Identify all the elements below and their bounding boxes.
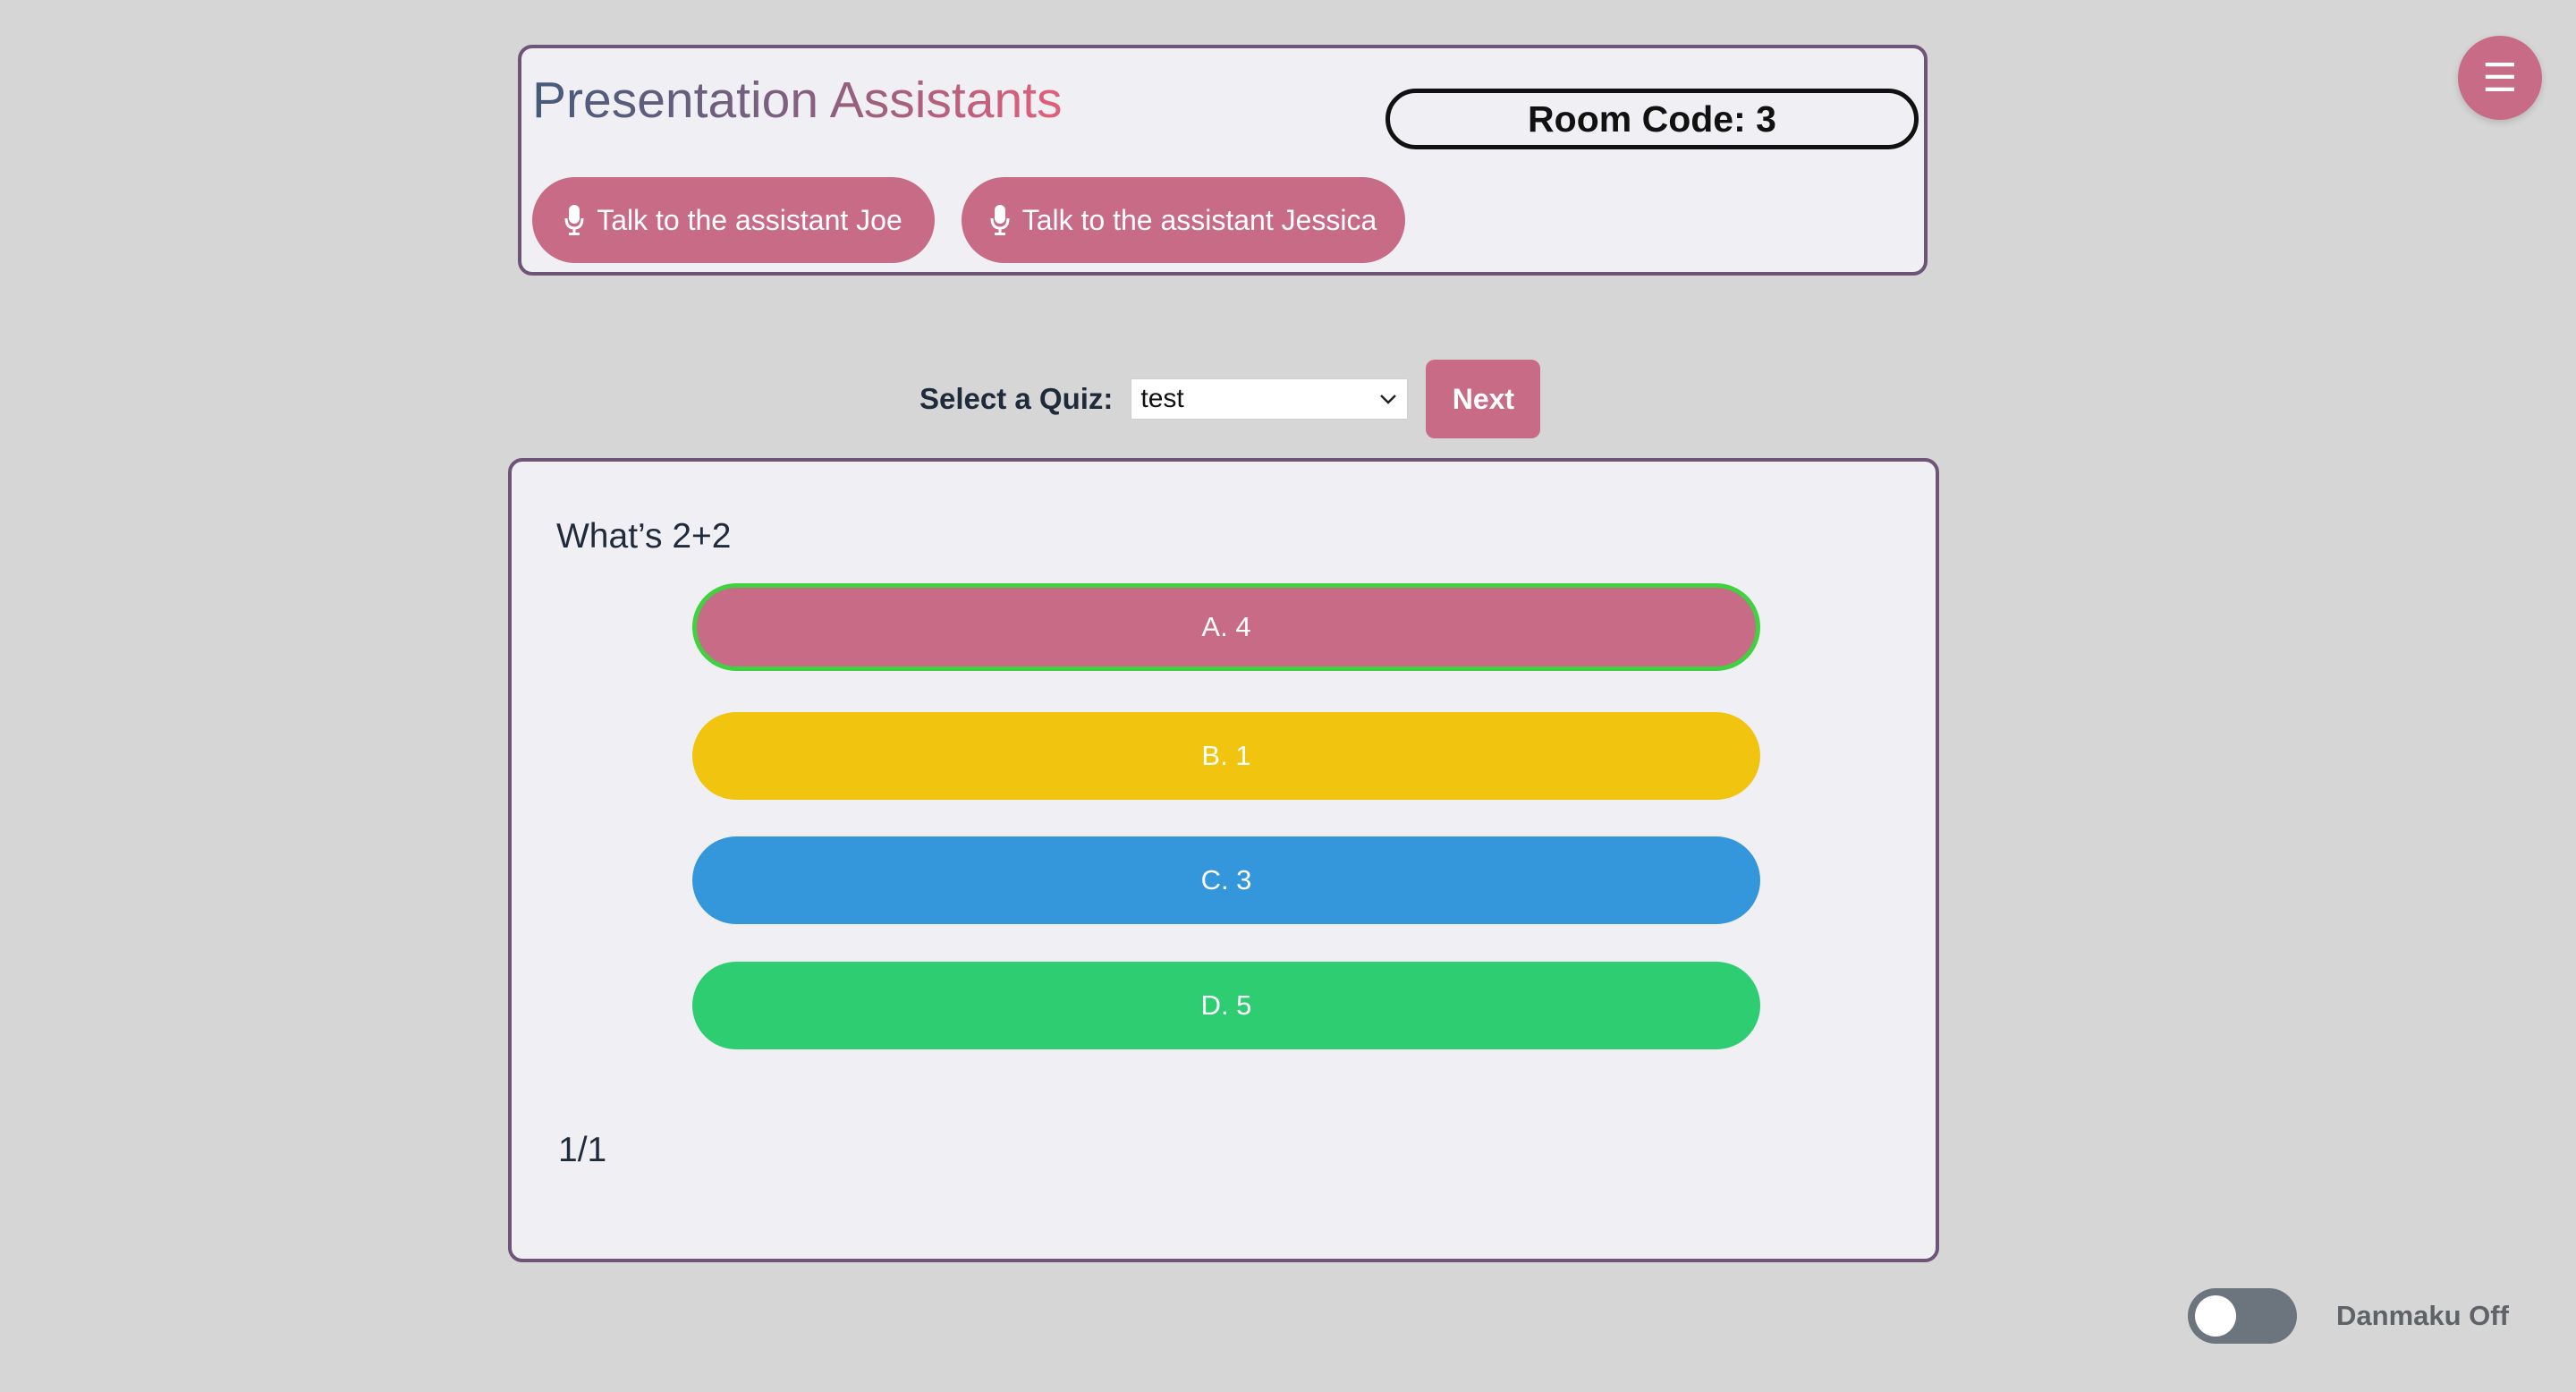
hamburger-icon: ☰	[2482, 55, 2518, 100]
talk-to-jessica-button[interactable]: Talk to the assistant Jessica	[962, 177, 1405, 263]
microphone-icon	[990, 205, 1010, 235]
answer-option-b[interactable]: B. 1	[692, 712, 1760, 800]
menu-button[interactable]: ☰	[2458, 36, 2542, 120]
room-code-badge: Room Code: 3	[1385, 89, 1919, 149]
microphone-icon	[564, 205, 584, 235]
talk-to-joe-button[interactable]: Talk to the assistant Joe	[532, 177, 935, 263]
app-title: Presentation Assistants	[532, 72, 1063, 129]
question-progress: 1/1	[558, 1131, 607, 1169]
next-button[interactable]: Next	[1426, 360, 1541, 438]
answer-option-a[interactable]: A. 4	[692, 583, 1760, 671]
answer-option-d[interactable]: D. 5	[692, 962, 1760, 1049]
danmaku-control: Danmaku Off	[2188, 1288, 2509, 1344]
quiz-select-value: test	[1140, 384, 1184, 413]
toggle-knob	[2195, 1295, 2236, 1337]
quiz-select-label: Select a Quiz:	[919, 382, 1114, 415]
talk-to-joe-label: Talk to the assistant Joe	[597, 203, 902, 236]
quiz-selector-row: Select a Quiz: test Next	[919, 360, 1541, 438]
quiz-select-dropdown[interactable]: test	[1131, 378, 1409, 420]
header-card: Presentation Assistants Room Code: 3 Tal…	[518, 45, 1928, 276]
chevron-down-icon	[1380, 395, 1397, 404]
talk-to-jessica-label: Talk to the assistant Jessica	[1021, 203, 1377, 236]
danmaku-label: Danmaku Off	[2336, 1300, 2509, 1331]
question-text: What’s 2+2	[556, 517, 732, 556]
danmaku-toggle[interactable]	[2188, 1288, 2297, 1344]
quiz-card: What’s 2+2 A. 4 B. 1 C. 3 D. 5 1/1	[508, 458, 1939, 1262]
answer-option-c[interactable]: C. 3	[692, 836, 1760, 924]
